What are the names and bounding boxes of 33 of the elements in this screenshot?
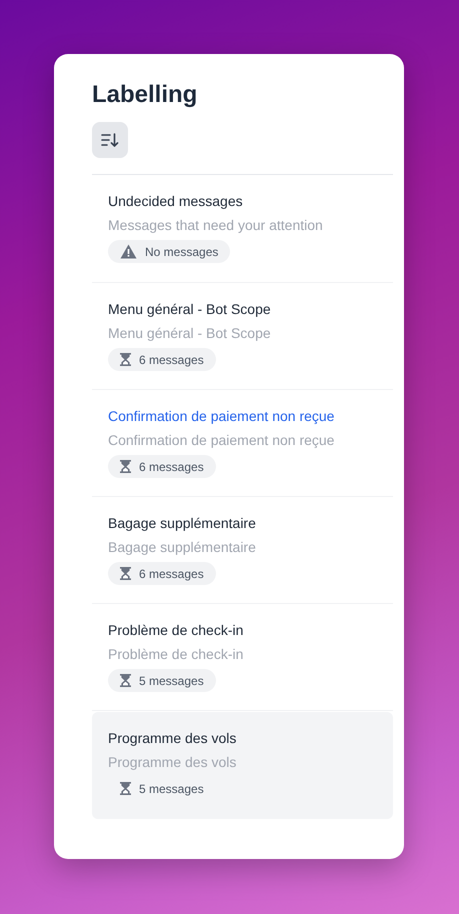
label-description: Bagage supplémentaire <box>108 538 257 556</box>
label-description: Menu général - Bot Scope <box>108 324 272 342</box>
hourglass-icon <box>120 353 131 366</box>
hourglass-icon <box>120 460 131 473</box>
badge-text: No messages <box>145 244 218 258</box>
sort-icon <box>101 133 119 147</box>
page-title: Labelling <box>92 80 198 110</box>
badge-text: 6 messages <box>139 352 204 366</box>
hourglass-icon <box>120 567 131 580</box>
badge-text: 6 messages <box>139 460 204 474</box>
label-item[interactable]: Confirmation de paiement non reçue Confirmation de paiement non reçue 6 messages <box>92 390 393 497</box>
label-title: Bagage supplémentaire <box>108 514 257 532</box>
label-item[interactable]: Menu général - Bot Scope Menu général - Bot Scope 6 messages <box>92 283 393 390</box>
hourglass-icon <box>120 674 131 687</box>
sort-button[interactable] <box>92 122 128 158</box>
label-item[interactable]: Bagage supplémentaire Bagage supplémentaire 6 messages <box>92 497 393 604</box>
warning-icon <box>120 244 137 259</box>
badge-text: 5 messages <box>139 674 204 688</box>
label-description: Problème de check-in <box>108 645 244 663</box>
label-title: Undecided messages <box>108 192 244 210</box>
badge-text: 6 messages <box>139 566 204 580</box>
label-description: Confirmation de paiement non reçue <box>108 431 336 449</box>
label-item[interactable]: Problème de check-in Problème de check-in 5 messages <box>92 604 393 711</box>
label-description: Messages that need your attention <box>108 216 324 234</box>
label-title: Confirmation de paiement non reçue <box>108 407 336 425</box>
label-item[interactable]: Undecided messages Messages that need your attention No messages <box>92 175 393 283</box>
label-title: Problème de check-in <box>108 621 244 639</box>
badge-text: 5 messages <box>139 782 204 796</box>
label-item[interactable]: Programme des vols Programme des vols 5 messages <box>92 712 393 819</box>
hourglass-icon <box>120 782 131 795</box>
label-title: Menu général - Bot Scope <box>108 300 272 318</box>
label-title: Programme des vols <box>108 729 238 747</box>
label-description: Programme des vols <box>108 753 238 771</box>
